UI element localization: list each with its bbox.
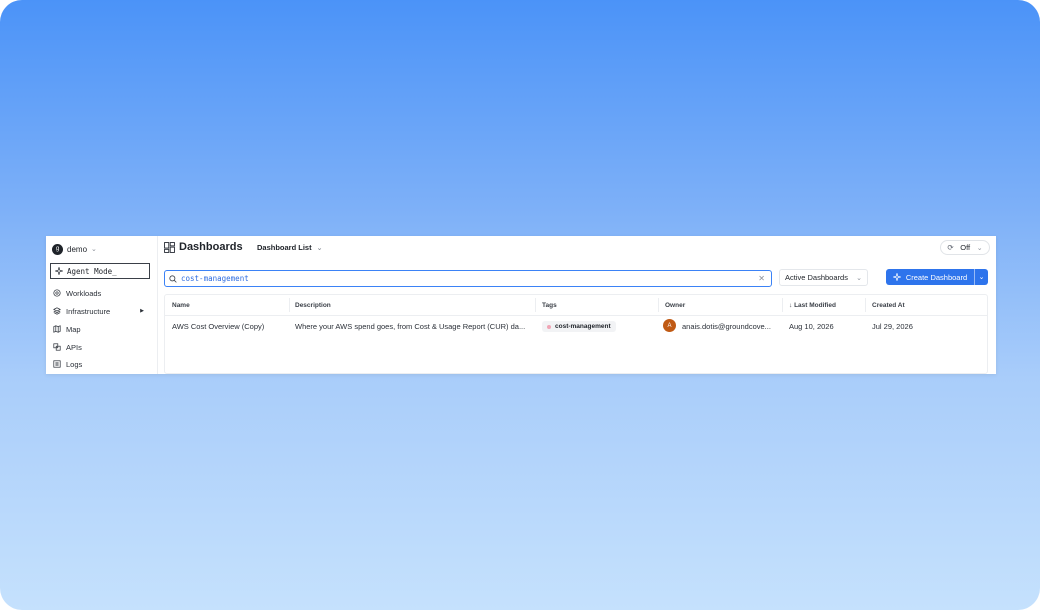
app-window: g demo ⌄ Agent Mode_ Workloads Infrastru… — [46, 236, 996, 374]
main-content: Dashboards Dashboard List ⌄ ⟳ Off ⌄ cost… — [158, 236, 996, 374]
sidebar-item-label: Infrastructure — [66, 306, 111, 316]
workspace-avatar: g — [52, 243, 63, 255]
agent-mode-button[interactable]: Agent Mode_ — [50, 263, 150, 279]
column-header-name[interactable]: Name — [172, 302, 190, 309]
column-header-owner[interactable]: Owner — [665, 302, 685, 309]
sidebar-item-map[interactable]: Map — [46, 322, 158, 336]
dashboards-icon — [164, 242, 175, 253]
sort-down-icon: ↓ — [789, 302, 793, 309]
dashboard-list-selector[interactable]: Dashboard List ⌄ — [257, 243, 322, 252]
column-divider — [289, 298, 290, 312]
workloads-icon — [53, 289, 61, 297]
workspace-switcher[interactable]: g demo ⌄ — [52, 242, 97, 256]
sparkle-icon — [55, 267, 63, 275]
workspace-name: demo — [67, 244, 88, 254]
infrastructure-icon — [53, 307, 61, 315]
sidebar: g demo ⌄ Agent Mode_ Workloads Infrastru… — [46, 236, 158, 374]
sidebar-item-workloads[interactable]: Workloads — [46, 286, 158, 300]
agent-mode-label: Agent Mode_ — [67, 266, 117, 276]
create-dashboard-main[interactable]: Create Dashboard — [886, 269, 974, 285]
column-divider — [782, 298, 783, 312]
logs-icon — [53, 360, 61, 368]
search-input[interactable]: cost-management ✕ — [164, 270, 772, 287]
column-divider — [865, 298, 866, 312]
sidebar-item-label: Workloads — [66, 288, 102, 298]
chevron-down-icon: ⌄ — [978, 274, 985, 281]
owner-avatar: A — [663, 319, 676, 332]
dashboard-filter-select[interactable]: Active Dashboards ⌄ — [779, 269, 868, 286]
sidebar-item-label: Map — [66, 324, 81, 334]
search-icon — [169, 274, 177, 283]
header-divider — [165, 315, 987, 316]
column-divider — [658, 298, 659, 312]
column-header-last-modified[interactable]: ↓ Last Modified — [789, 302, 836, 309]
cell-created-at: Jul 29, 2026 — [872, 322, 913, 331]
refresh-icon: ⟳ — [947, 243, 954, 252]
tag-label: cost-management — [555, 323, 611, 330]
auto-refresh-select[interactable]: ⟳ Off ⌄ — [940, 240, 990, 255]
create-dashboard-label: Create Dashboard — [905, 272, 968, 282]
dashboard-list-label: Dashboard List — [257, 243, 312, 252]
apis-icon — [53, 343, 61, 351]
chevron-down-icon: ⌄ — [91, 246, 97, 253]
column-divider — [535, 298, 536, 312]
clear-icon[interactable]: ✕ — [758, 274, 765, 283]
sidebar-item-label: Logs — [66, 359, 83, 369]
sidebar-item-infrastructure[interactable]: Infrastructure ▶ — [46, 304, 158, 318]
create-dashboard-button[interactable]: Create Dashboard ⌄ — [886, 269, 988, 285]
cell-description: Where your AWS spend goes, from Cost & U… — [295, 322, 526, 331]
chevron-down-icon: ⌄ — [316, 244, 323, 252]
sidebar-item-label: APIs — [66, 342, 82, 352]
map-icon — [53, 325, 61, 333]
chevron-down-icon: ⌄ — [856, 274, 862, 282]
sidebar-item-apis[interactable]: APIs — [46, 340, 158, 354]
tag-color-dot — [547, 324, 551, 329]
create-dashboard-dropdown[interactable]: ⌄ — [974, 269, 988, 285]
cell-owner: anais.dotis@groundcove... — [682, 322, 771, 331]
cell-last-modified: Aug 10, 2026 — [789, 322, 834, 331]
column-header-description[interactable]: Description — [295, 302, 331, 309]
sparkle-icon — [892, 273, 901, 281]
cell-name[interactable]: AWS Cost Overview (Copy) — [172, 322, 264, 331]
background: g demo ⌄ Agent Mode_ Workloads Infrastru… — [0, 0, 1040, 610]
column-header-created-at[interactable]: Created At — [872, 302, 905, 309]
refresh-value: Off — [960, 243, 971, 252]
caret-right-icon: ▶ — [140, 308, 144, 314]
search-value: cost-management — [181, 274, 249, 283]
filter-label: Active Dashboards — [785, 273, 848, 282]
page-title: Dashboards — [179, 241, 243, 253]
sidebar-item-logs[interactable]: Logs — [46, 357, 158, 371]
tag-badge[interactable]: cost-management — [542, 321, 616, 332]
column-header-label: Last Modified — [794, 302, 836, 309]
dashboards-table: Name Description Tags Owner ↓ Last Modif… — [164, 294, 988, 374]
chevron-down-icon: ⌄ — [976, 244, 983, 252]
column-header-tags[interactable]: Tags — [542, 302, 557, 309]
